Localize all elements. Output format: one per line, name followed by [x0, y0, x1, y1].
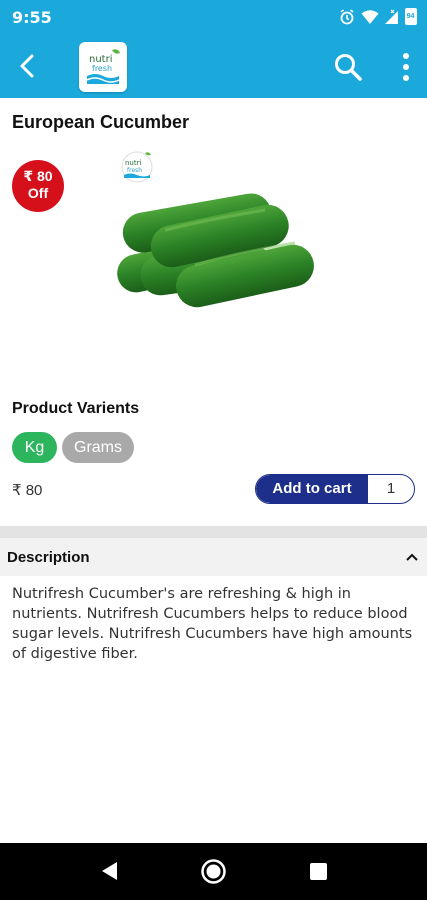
status-icons: 94: [339, 8, 417, 25]
brand-logo[interactable]: nutri fresh: [79, 42, 127, 92]
arrow-back-icon: [20, 54, 34, 78]
nutrifresh-logo-icon: nutri fresh: [86, 49, 120, 84]
signal-icon: [385, 9, 398, 24]
battery-level: 94: [406, 13, 415, 20]
app-bar: nutri fresh: [0, 34, 427, 98]
overflow-menu-button[interactable]: [398, 52, 414, 82]
nav-back-icon[interactable]: [98, 859, 120, 883]
cart-control: Add to cart 1: [255, 474, 415, 504]
section-divider: [0, 526, 427, 538]
description-header[interactable]: Description: [0, 538, 427, 576]
variant-chip-kg[interactable]: Kg: [12, 432, 57, 463]
quantity-field[interactable]: 1: [368, 475, 414, 503]
wifi-icon: [361, 9, 379, 24]
battery-icon: 94: [405, 8, 417, 25]
discount-amount: ₹ 80: [23, 168, 53, 184]
search-icon: [335, 54, 362, 81]
alarm-icon: [340, 8, 354, 24]
watermark-logo-icon: nutri fresh: [121, 151, 153, 183]
add-to-cart-button[interactable]: Add to cart: [256, 475, 368, 503]
svg-text:nutri: nutri: [125, 159, 141, 167]
nav-recents-icon[interactable]: [309, 862, 328, 881]
product-title: European Cucumber: [12, 112, 190, 132]
status-time: 9:55: [12, 8, 52, 27]
back-button[interactable]: [12, 50, 44, 82]
description-title: Description: [7, 549, 90, 566]
svg-text:fresh: fresh: [92, 64, 112, 73]
product-price: ₹ 80: [12, 482, 43, 499]
chevron-up-icon: [406, 553, 418, 561]
description-text: Nutrifresh Cucumber's are refreshing & h…: [12, 586, 413, 662]
discount-off-label: Off: [27, 185, 49, 201]
system-nav-bar: [0, 843, 427, 900]
svg-text:fresh: fresh: [127, 167, 142, 174]
product-image: nutri fresh: [110, 145, 325, 315]
status-bar: 9:55 94: [0, 0, 427, 34]
variant-chip-grams[interactable]: Grams: [62, 432, 134, 463]
cucumber-image: nutri fresh: [117, 151, 314, 308]
variants-title: Product Varients: [12, 400, 140, 417]
discount-badge: ₹ 80 Off: [12, 160, 64, 212]
more-vert-icon: [403, 53, 409, 81]
nav-home-icon[interactable]: [200, 858, 227, 885]
search-button[interactable]: [333, 52, 363, 82]
